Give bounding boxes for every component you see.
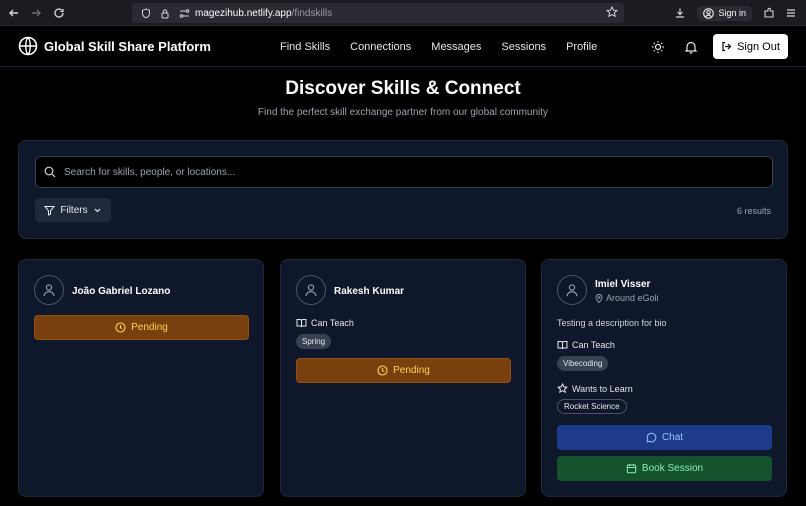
avatar: [296, 275, 326, 305]
user-card: Rakesh Kumar Can Teach Spring Pending: [280, 259, 526, 497]
skill-tag: Rocket Science: [557, 399, 627, 414]
main-nav: Find Skills Connections Messages Session…: [280, 26, 617, 67]
star-icon: [557, 383, 568, 394]
can-teach-label: Can Teach: [311, 318, 354, 328]
back-icon[interactable]: [3, 2, 25, 24]
account-icon: [703, 7, 715, 19]
app-header: Global Skill Share Platform Find Skills …: [0, 26, 806, 67]
sign-out-button[interactable]: Sign Out: [713, 34, 788, 59]
bookmark-star-icon[interactable]: [605, 5, 619, 21]
chevron-down-icon: [94, 208, 101, 212]
location-text: Around eGoli: [606, 293, 659, 303]
chat-button[interactable]: Chat: [557, 425, 772, 450]
browser-right-tools: Sign in: [669, 0, 806, 26]
user-name[interactable]: Imiel Visser: [595, 279, 650, 290]
filters-button[interactable]: Filters: [35, 198, 111, 222]
skill-tag: Spring: [296, 334, 332, 349]
user-icon: [566, 284, 578, 297]
menu-icon[interactable]: [780, 2, 802, 24]
clock-icon: [115, 322, 126, 333]
pending-button[interactable]: Pending: [296, 358, 511, 383]
wants-to-learn-label: Wants to Learn: [572, 383, 633, 394]
url-host: magezihub.netlify.app: [195, 7, 292, 19]
wants-to-learn-heading: Wants to Learn: [557, 383, 633, 394]
user-icon: [43, 284, 55, 297]
page-subtitle: Find the perfect skill exchange partner …: [257, 107, 549, 118]
extensions-icon[interactable]: [758, 2, 780, 24]
page-title: Discover Skills & Connect: [285, 78, 521, 99]
nav-profile[interactable]: Profile: [566, 41, 597, 53]
search-panel: Filters 6 results: [18, 140, 788, 239]
user-card: Imiel Visser Around eGoli Testing a desc…: [541, 259, 787, 497]
avatar: [34, 275, 64, 305]
book-session-label: Book Session: [641, 463, 704, 474]
pending-button[interactable]: Pending: [34, 315, 249, 340]
sign-out-label: Sign Out: [737, 40, 780, 53]
nav-find-skills[interactable]: Find Skills: [280, 41, 330, 53]
chat-label: Chat: [661, 432, 684, 443]
lock-icon[interactable]: [157, 8, 173, 19]
chat-bubble-icon: [646, 432, 657, 443]
book-session-button[interactable]: Book Session: [557, 456, 772, 481]
user-card: João Gabriel Lozano Pending: [18, 259, 264, 497]
url-bar[interactable]: magezihub.netlify.app/findskills: [132, 3, 624, 23]
globe-icon: [18, 36, 38, 56]
nav-sessions[interactable]: Sessions: [501, 41, 546, 53]
brand-title: Global Skill Share Platform: [44, 38, 211, 54]
can-teach-label: Can Teach: [572, 340, 615, 350]
nav-messages[interactable]: Messages: [431, 41, 481, 53]
calendar-icon: [626, 464, 637, 474]
user-name[interactable]: Rakesh Kumar: [334, 286, 404, 297]
user-name[interactable]: João Gabriel Lozano: [72, 286, 170, 297]
shield-icon[interactable]: [138, 7, 154, 19]
book-open-icon: [296, 319, 307, 328]
browser-signin-label: Sign in: [718, 8, 746, 18]
url-path: /findskills: [291, 7, 333, 19]
reload-icon[interactable]: [48, 2, 70, 24]
skill-tag: Vibecoding: [557, 356, 609, 371]
can-teach-heading: Can Teach: [557, 340, 615, 350]
avatar: [557, 275, 587, 305]
pending-label: Pending: [393, 365, 430, 376]
filters-label: Filters: [60, 204, 88, 216]
notifications-bell-icon[interactable]: [683, 39, 699, 55]
can-teach-heading: Can Teach: [296, 318, 354, 328]
theme-toggle-sun-icon[interactable]: [650, 39, 666, 55]
map-pin-icon: [595, 293, 603, 303]
browser-toolbar: magezihub.netlify.app/findskills Sign in: [0, 0, 806, 26]
browser-signin-button[interactable]: Sign in: [697, 5, 752, 21]
user-bio: Testing a description for bio: [557, 318, 667, 328]
permissions-icon[interactable]: [176, 8, 192, 19]
pending-label: Pending: [131, 322, 168, 333]
book-open-icon: [557, 341, 568, 350]
forward-icon[interactable]: [25, 2, 47, 24]
nav-connections[interactable]: Connections: [350, 41, 411, 53]
logout-icon: [722, 41, 732, 52]
clock-icon: [377, 365, 388, 376]
results-count: 6 results: [736, 206, 771, 216]
search-input[interactable]: [64, 166, 744, 178]
brand[interactable]: Global Skill Share Platform: [18, 36, 211, 56]
search-box[interactable]: [35, 156, 773, 188]
search-icon: [44, 166, 56, 178]
filter-funnel-icon: [44, 205, 56, 216]
downloads-icon[interactable]: [669, 2, 691, 24]
user-location: Around eGoli: [595, 293, 659, 303]
user-icon: [305, 284, 317, 297]
